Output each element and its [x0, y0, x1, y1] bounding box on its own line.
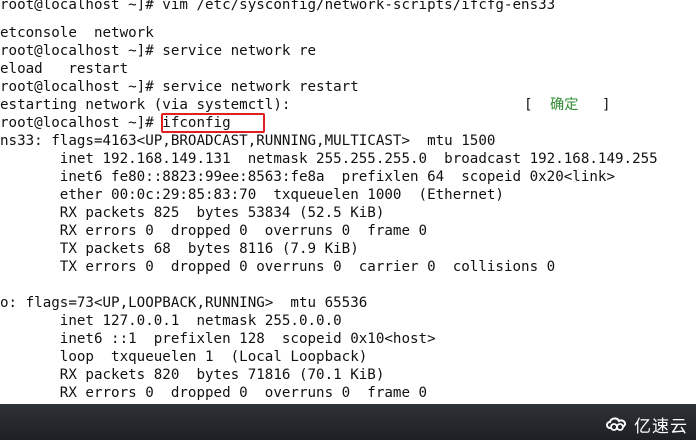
terminal-line: root@localhost ~]# service network re	[0, 43, 317, 59]
terminal-line: estarting network (via systemctl):	[0, 97, 291, 113]
watermark: 亿速云	[605, 413, 688, 437]
terminal-line: loop txqueuelen 1 (Local Loopback)	[0, 349, 368, 365]
terminal-line: RX errors 0 dropped 0 overruns 0 frame 0	[0, 223, 428, 239]
terminal-window[interactable]: root@localhost ~]# vim /etc/sysconfig/ne…	[0, 0, 696, 404]
terminal-line: root@localhost ~]# ifconfig	[0, 115, 231, 131]
terminal-line: ns33: flags=4163<UP,BROADCAST,RUNNING,MU…	[0, 133, 496, 149]
terminal-line: root@localhost ~]# service network resta…	[0, 79, 359, 95]
yisu-cloud-logo-icon	[606, 417, 627, 431]
terminal-line: etconsole network	[0, 25, 154, 41]
terminal-line: TX errors 0 dropped 0 overruns 0 carrier…	[0, 259, 556, 275]
screen: root@localhost ~]# vim /etc/sysconfig/ne…	[0, 0, 696, 440]
terminal-line: inet 127.0.0.1 netmask 255.0.0.0	[0, 313, 342, 329]
status-bracket-close: ]	[602, 97, 611, 113]
terminal-line: inet 192.168.149.131 netmask 255.255.255…	[0, 151, 658, 167]
terminal-line: root@localhost ~]# vim /etc/sysconfig/ne…	[0, 0, 556, 13]
terminal-line: TX packets 68 bytes 8116 (7.9 KiB)	[0, 241, 359, 257]
terminal-line: eload restart	[0, 61, 129, 77]
terminal-line: inet6 ::1 prefixlen 128 scopeid 0x10<hos…	[0, 331, 436, 347]
status-ok-text: 确定	[550, 97, 579, 113]
terminal-line: RX packets 820 bytes 71816 (70.1 KiB)	[0, 367, 385, 383]
status-bracket-open: [	[524, 97, 533, 113]
watermark-text: 亿速云	[634, 416, 688, 437]
terminal-line: RX packets 825 bytes 53834 (52.5 KiB)	[0, 205, 385, 221]
terminal-line: ether 00:0c:29:85:83:70 txqueuelen 1000 …	[0, 187, 504, 203]
terminal-line: inet6 fe80::8823:99ee:8563:fe8a prefixle…	[0, 169, 615, 185]
terminal-line: RX errors 0 dropped 0 overruns 0 frame 0	[0, 385, 428, 401]
taskbar	[0, 404, 696, 440]
terminal-line: o: flags=73<UP,LOOPBACK,RUNNING> mtu 655…	[0, 295, 368, 311]
